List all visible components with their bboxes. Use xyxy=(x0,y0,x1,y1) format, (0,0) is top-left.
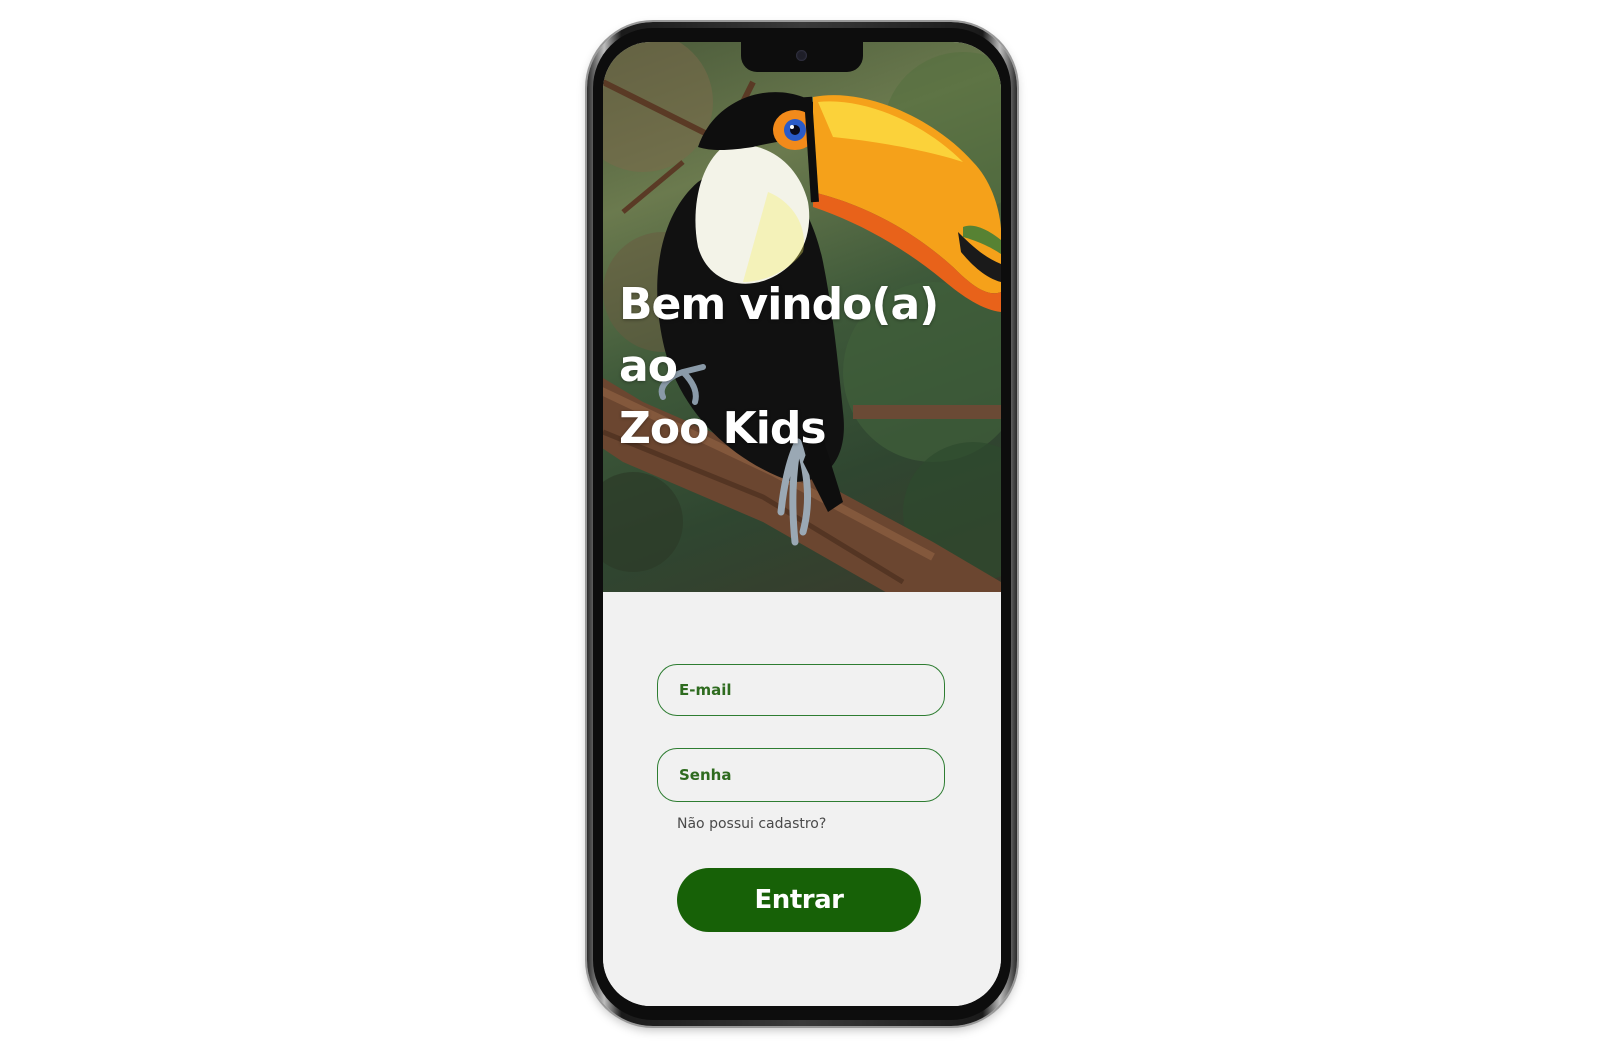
phone-mockup: Bem vindo(a) ao Zoo Kids Não possui cada… xyxy=(587,22,1017,1026)
welcome-line-3: Zoo Kids xyxy=(619,403,827,454)
phone-screen: Bem vindo(a) ao Zoo Kids Não possui cada… xyxy=(603,42,1001,1006)
hero-toucan-image: Bem vindo(a) ao Zoo Kids xyxy=(603,42,1001,592)
email-input[interactable] xyxy=(677,680,944,700)
login-form: Não possui cadastro? Entrar xyxy=(603,592,1001,1006)
phone-notch xyxy=(741,42,863,72)
login-button[interactable]: Entrar xyxy=(677,868,921,932)
signup-link[interactable]: Não possui cadastro? xyxy=(677,816,826,832)
front-camera-icon xyxy=(796,50,807,61)
welcome-line-2: ao xyxy=(619,341,678,392)
email-field[interactable] xyxy=(657,664,945,716)
page: Bem vindo(a) ao Zoo Kids Não possui cada… xyxy=(0,0,1600,1061)
welcome-line-1: Bem vindo(a) xyxy=(619,279,939,330)
password-input[interactable] xyxy=(677,765,944,785)
password-field[interactable] xyxy=(657,748,945,802)
welcome-heading: Bem vindo(a) ao Zoo Kids xyxy=(619,274,939,460)
